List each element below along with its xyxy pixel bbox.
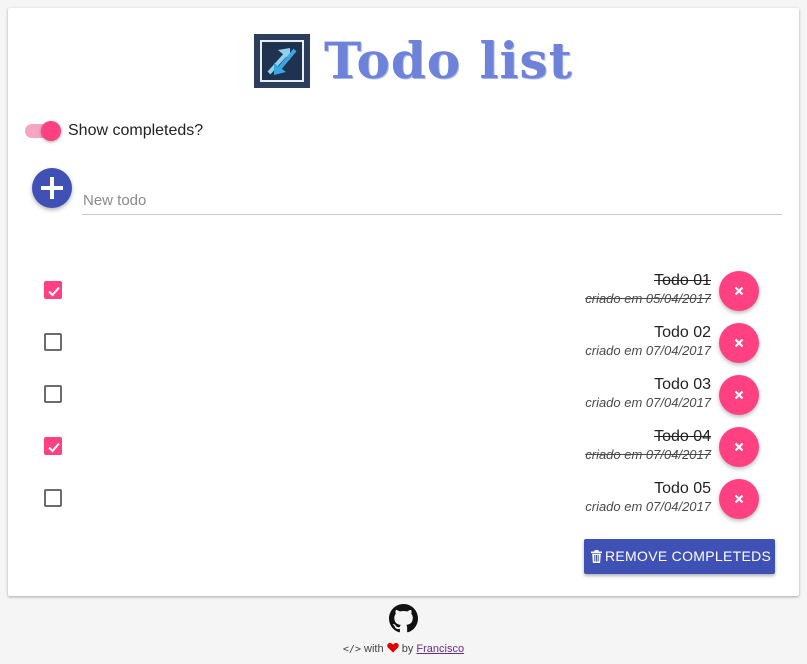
todo-title: Todo 01 xyxy=(654,272,711,289)
todo-card: Todo list Show completeds? Todo 01 criad… xyxy=(8,8,799,596)
close-icon xyxy=(734,494,744,504)
todo-date: criado em 07/04/2017 xyxy=(585,499,711,514)
todo-title: Todo 05 xyxy=(654,480,711,497)
delete-todo-button[interactable] xyxy=(719,375,759,415)
todo-checkbox[interactable] xyxy=(44,437,62,455)
new-todo-input[interactable] xyxy=(82,188,782,215)
trash-icon xyxy=(591,550,602,563)
delete-todo-button[interactable] xyxy=(719,479,759,519)
github-icon[interactable] xyxy=(389,604,418,638)
todo-text: Todo 05 criado em 07/04/2017 xyxy=(585,480,711,515)
todo-item: Todo 04 criado em 07/04/2017 xyxy=(8,422,799,474)
delete-todo-button[interactable] xyxy=(719,271,759,311)
add-todo-button[interactable] xyxy=(32,168,72,208)
todo-checkbox[interactable] xyxy=(44,385,62,403)
todo-text: Todo 04 criado em 07/04/2017 xyxy=(585,428,711,463)
close-icon xyxy=(734,442,744,452)
check-icon xyxy=(48,442,60,453)
credit-line: </> with by Francisco xyxy=(0,642,807,655)
todo-checkbox[interactable] xyxy=(44,489,62,507)
todo-title: Todo 02 xyxy=(654,324,711,341)
todo-date: criado em 07/04/2017 xyxy=(585,395,711,410)
todo-text: Todo 01 criado em 05/04/2017 xyxy=(585,272,711,307)
delete-todo-button[interactable] xyxy=(719,427,759,467)
todo-text: Todo 03 criado em 07/04/2017 xyxy=(585,376,711,411)
expand-arrows-logo-icon xyxy=(254,34,310,88)
todo-item: Todo 05 criado em 07/04/2017 xyxy=(8,474,799,526)
show-completed-toggle[interactable] xyxy=(25,121,61,141)
todo-date: criado em 07/04/2017 xyxy=(585,343,711,358)
with-text: with xyxy=(364,643,384,655)
close-icon xyxy=(734,286,744,296)
check-icon xyxy=(48,286,60,297)
show-completed-label: Show completeds? xyxy=(68,122,204,139)
todo-title: Todo 03 xyxy=(654,376,711,393)
todo-item: Todo 02 criado em 07/04/2017 xyxy=(8,318,799,370)
todo-item: Todo 01 criado em 05/04/2017 xyxy=(8,266,799,318)
todo-title: Todo 04 xyxy=(654,428,711,445)
delete-todo-button[interactable] xyxy=(719,323,759,363)
todo-list: Todo 01 criado em 05/04/2017 Todo 02 cri… xyxy=(8,266,799,526)
remove-completed-button[interactable]: REMOVE COMPLETEDS xyxy=(584,539,775,574)
plus-icon xyxy=(41,177,63,199)
author-link[interactable]: Francisco xyxy=(416,643,464,655)
todo-checkbox[interactable] xyxy=(44,333,62,351)
todo-text: Todo 02 criado em 07/04/2017 xyxy=(585,324,711,359)
todo-date: criado em 05/04/2017 xyxy=(585,291,711,306)
close-icon xyxy=(734,338,744,348)
todo-checkbox[interactable] xyxy=(44,281,62,299)
page-title: Todo list xyxy=(324,31,573,90)
todo-date: criado em 07/04/2017 xyxy=(585,447,711,462)
todo-item: Todo 03 criado em 07/04/2017 xyxy=(8,370,799,422)
close-icon xyxy=(734,390,744,400)
heart-icon xyxy=(386,643,399,653)
code-icon: </> xyxy=(342,644,361,655)
by-text: by xyxy=(401,643,414,655)
remove-completed-label: REMOVE COMPLETEDS xyxy=(605,548,772,564)
